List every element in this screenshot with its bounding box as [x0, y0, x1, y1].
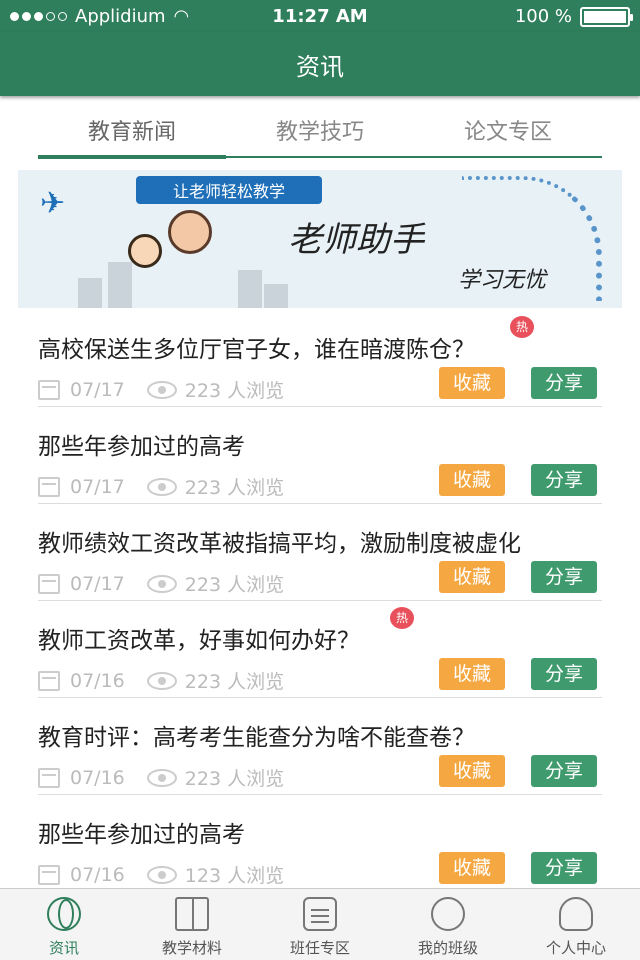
article-date: 07/17 [70, 475, 125, 498]
medal-icon [431, 897, 465, 931]
status-bar: Applidium ◠ 11:27 AM 100 % [0, 0, 640, 32]
article-meta: 07/17 223 人浏览 [38, 473, 284, 500]
eye-icon [146, 865, 177, 884]
banner-ribbon: 让老师轻松教学 [136, 176, 322, 204]
share-button[interactable]: 分享 [531, 852, 597, 884]
article-title[interactable]: 那些年参加过的高考 [38, 427, 245, 461]
book-icon [175, 897, 209, 931]
calendar-icon [38, 864, 60, 885]
tab-teaching-tips[interactable]: 教学技巧 [226, 104, 414, 156]
tabbar-label: 我的班级 [417, 939, 478, 957]
article-views: 123 人浏览 [184, 865, 285, 887]
nav-bar: 资讯 [0, 32, 640, 96]
tabbar-label: 班任专区 [289, 939, 350, 957]
eye-icon [146, 768, 177, 787]
article-views: 223 人浏览 [184, 477, 285, 499]
share-button[interactable]: 分享 [531, 367, 597, 399]
tabbar-materials[interactable]: 教学材料 [128, 889, 256, 960]
tabbar-label: 教学材料 [161, 939, 222, 957]
article-title[interactable]: 教师工资改革，好事如何办好？ [38, 621, 360, 655]
eye-icon [146, 574, 177, 593]
eye-icon [146, 477, 177, 496]
city-illustration [78, 252, 288, 308]
page-title: 资讯 [296, 52, 344, 81]
article-list: 高校保送生多位厅官子女，谁在暗渡陈仓？热 07/17 223 人浏览 收藏 分享 那些年参… [38, 310, 602, 892]
teacher-illustration [168, 210, 212, 254]
user-icon [559, 897, 593, 931]
hot-badge: 热 [390, 607, 414, 629]
favorite-button[interactable]: 收藏 [439, 658, 505, 690]
article-item[interactable]: 那些年参加过的高考 07/16 123 人浏览 收藏 分享 [38, 795, 602, 892]
share-button[interactable]: 分享 [531, 561, 597, 593]
eye-icon [146, 380, 177, 399]
airplane-icon: ✈ [40, 186, 66, 221]
calendar-icon [38, 767, 60, 788]
tabbar-news[interactable]: 资讯 [0, 889, 128, 960]
article-views: 223 人浏览 [184, 671, 285, 693]
article-views: 223 人浏览 [184, 768, 285, 790]
battery-icon [580, 6, 633, 27]
article-date: 07/16 [70, 669, 125, 692]
article-meta: 07/17 223 人浏览 [38, 570, 284, 597]
tabbar-class-teacher[interactable]: 班任专区 [256, 889, 384, 960]
document-icon [303, 897, 337, 931]
share-button[interactable]: 分享 [531, 755, 597, 787]
calendar-icon [38, 573, 60, 594]
category-tabs: 教育新闻 教学技巧 论文专区 [38, 104, 602, 159]
favorite-button[interactable]: 收藏 [439, 561, 505, 593]
tabbar-label: 资讯 [48, 939, 79, 957]
article-meta: 07/16 223 人浏览 [38, 764, 284, 791]
child-illustration [128, 234, 162, 268]
article-date: 07/17 [70, 378, 125, 401]
bottom-tab-bar: 资讯 教学材料 班任专区 我的班级 个人中心 [0, 888, 640, 960]
tabbar-label: 个人中心 [545, 939, 606, 957]
article-title[interactable]: 教育时评：高考考生能查分为啥不能查卷？ [38, 718, 475, 752]
article-meta: 07/16 123 人浏览 [38, 861, 284, 888]
favorite-button[interactable]: 收藏 [439, 852, 505, 884]
tabbar-profile[interactable]: 个人中心 [512, 889, 640, 960]
globe-icon [47, 897, 81, 931]
favorite-button[interactable]: 收藏 [439, 755, 505, 787]
article-title[interactable]: 高校保送生多位厅官子女，谁在暗渡陈仓？ [38, 330, 475, 364]
eye-icon [146, 671, 177, 690]
tabbar-my-class[interactable]: 我的班级 [384, 889, 512, 960]
article-item[interactable]: 高校保送生多位厅官子女，谁在暗渡陈仓？ 热 07/17 223 人浏览 收藏 分享 [38, 310, 602, 407]
promo-banner[interactable]: ✈ 让老师轻松教学 老师助手 学习无忧 [18, 170, 622, 308]
share-button[interactable]: 分享 [531, 658, 597, 690]
swirl-decoration [462, 176, 602, 301]
article-date: 07/17 [70, 572, 125, 595]
favorite-button[interactable]: 收藏 [439, 464, 505, 496]
article-item[interactable]: 教育时评：高考考生能查分为啥不能查卷？ 07/16 223 人浏览 收藏 分享 [38, 698, 602, 795]
tab-education-news[interactable]: 教育新闻 [38, 104, 226, 159]
hot-badge: 热 [510, 316, 534, 338]
article-meta: 07/16 223 人浏览 [38, 667, 284, 694]
article-title[interactable]: 那些年参加过的高考 [38, 815, 245, 849]
calendar-icon [38, 670, 60, 691]
article-views: 223 人浏览 [184, 574, 285, 596]
favorite-button[interactable]: 收藏 [439, 367, 505, 399]
article-item[interactable]: 教师工资改革，好事如何办好？ 热 07/16 223 人浏览 收藏 分享 [38, 601, 602, 698]
banner-title: 老师助手 [288, 220, 424, 260]
article-item[interactable]: 教师绩效工资改革被指搞平均，激励制度被虚化 07/17 223 人浏览 收藏 分享 [38, 504, 602, 601]
share-button[interactable]: 分享 [531, 464, 597, 496]
calendar-icon [38, 379, 60, 400]
article-date: 07/16 [70, 863, 125, 886]
article-views: 223 人浏览 [184, 380, 285, 402]
battery-label: 100 % [514, 6, 572, 27]
article-meta: 07/17 223 人浏览 [38, 376, 284, 403]
article-item[interactable]: 那些年参加过的高考 07/17 223 人浏览 收藏 分享 [38, 407, 602, 504]
tab-papers[interactable]: 论文专区 [414, 104, 602, 156]
article-title[interactable]: 教师绩效工资改革被指搞平均，激励制度被虚化 [38, 524, 521, 558]
calendar-icon [38, 476, 60, 497]
article-date: 07/16 [70, 766, 125, 789]
